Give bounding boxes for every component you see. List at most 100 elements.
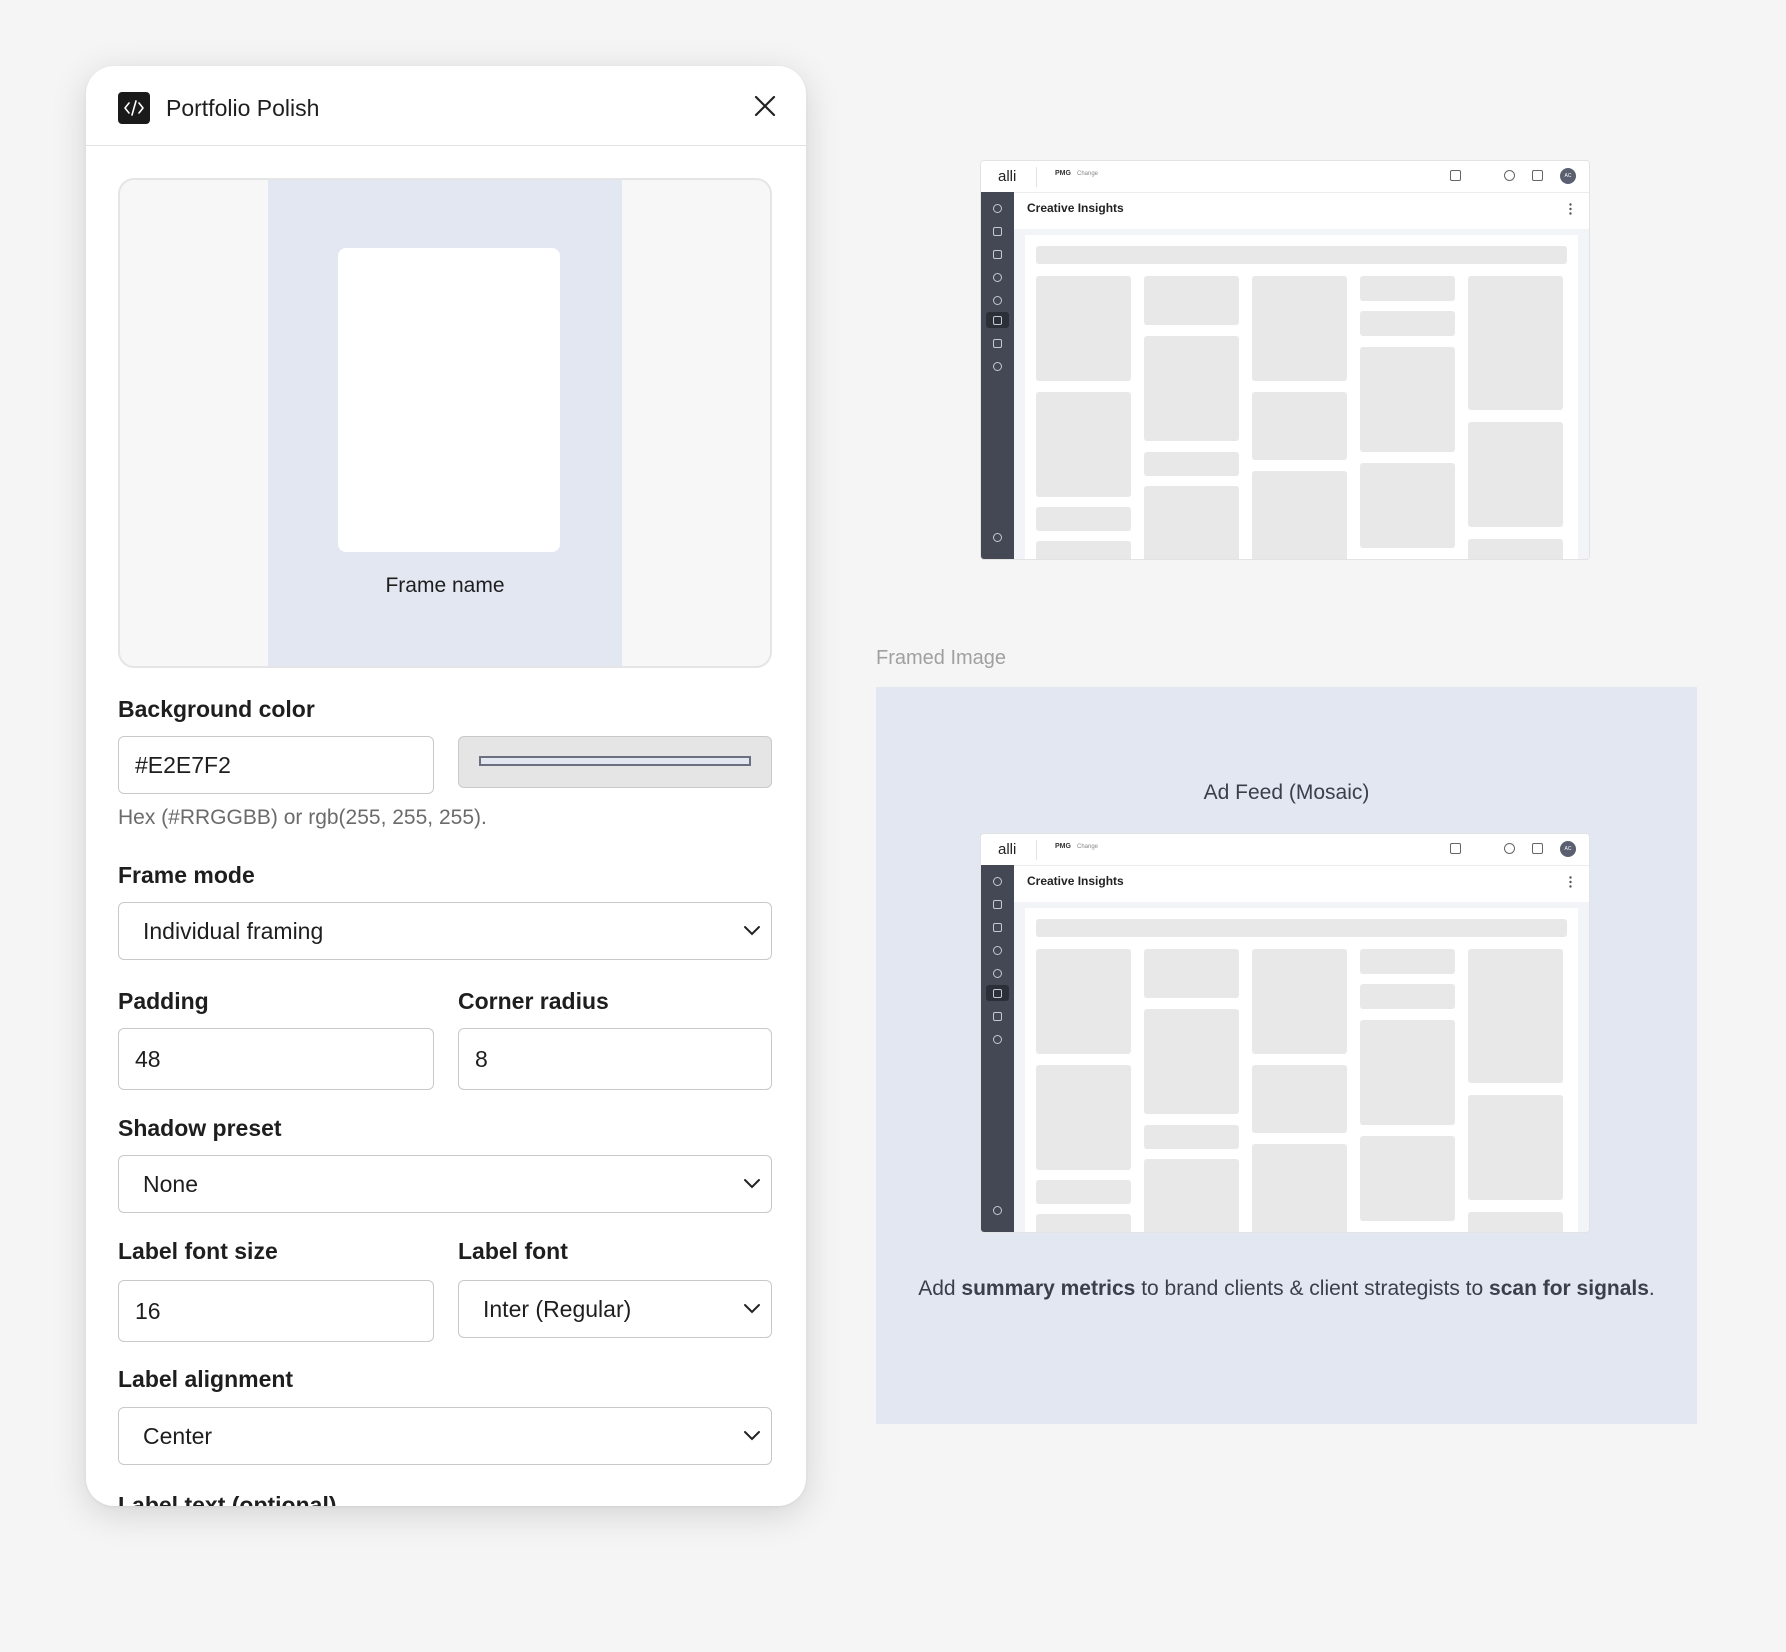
panel-title: Portfolio Polish xyxy=(166,95,320,121)
skeleton-tile xyxy=(1036,507,1131,531)
skeleton-tile xyxy=(1252,1144,1347,1232)
color-swatch[interactable] xyxy=(458,736,772,788)
app-sidebar xyxy=(981,192,1014,559)
settings-icon xyxy=(993,1206,1002,1215)
skeleton-tile xyxy=(1252,949,1347,1054)
org-name: PMG xyxy=(1055,170,1071,177)
summary-part: Add xyxy=(918,1277,962,1300)
skeleton-tile xyxy=(1144,1125,1239,1149)
topbar-divider xyxy=(1036,840,1037,860)
skeleton-tile xyxy=(1360,276,1455,301)
shadow-preset-value: None xyxy=(143,1171,198,1197)
background-color-help: Hex (#RRGGBB) or rgb(255, 255, 255). xyxy=(118,806,487,829)
avatar: AC xyxy=(1560,841,1576,857)
image-icon xyxy=(993,989,1002,998)
label-alignment-value: Center xyxy=(143,1423,213,1449)
refresh-icon xyxy=(1450,843,1461,854)
mosaic-canvas xyxy=(1025,235,1578,559)
skeleton-tile xyxy=(1036,1065,1131,1170)
preview-card xyxy=(338,248,560,552)
skeleton-tile xyxy=(1036,392,1131,497)
skeleton-tile xyxy=(1468,276,1563,410)
chevron-down-icon xyxy=(744,926,760,936)
skeleton-bar xyxy=(1036,919,1567,937)
topbar-divider xyxy=(1036,167,1037,187)
frame-mode-select[interactable]: Individual framing xyxy=(118,902,772,960)
app-logo: alli xyxy=(998,841,1017,858)
framed-image[interactable]: Ad Feed (Mosaic) alli PMG Change AC Crea… xyxy=(876,687,1697,1424)
skeleton-tile xyxy=(1144,336,1239,441)
help-icon xyxy=(1504,170,1515,181)
label-font-size-label: Label font size xyxy=(118,1238,278,1264)
skeleton-bar xyxy=(1036,246,1567,264)
app-logo: alli xyxy=(998,168,1017,185)
corner-radius-label: Corner radius xyxy=(458,988,609,1014)
label-font-value: Inter (Regular) xyxy=(483,1296,632,1322)
change-link: Change xyxy=(1077,844,1099,850)
bag-icon xyxy=(993,339,1002,348)
chart-icon xyxy=(993,900,1002,909)
code-icon xyxy=(118,92,150,124)
app-content xyxy=(1014,902,1589,1232)
skeleton-tile xyxy=(1036,1214,1131,1232)
label-alignment-select[interactable]: Center xyxy=(118,1407,772,1465)
skeleton-tile xyxy=(1468,949,1563,1083)
app-sidebar xyxy=(981,865,1014,1232)
plugin-panel: Portfolio Polish Frame name Background c… xyxy=(86,66,806,1506)
frame-preview: Frame name xyxy=(118,178,772,668)
dashboard-icon xyxy=(993,204,1002,213)
skeleton-tile xyxy=(1468,539,1563,559)
skeleton-tile xyxy=(1036,541,1131,559)
help-icon xyxy=(1504,843,1515,854)
hierarchy-icon xyxy=(993,250,1002,259)
chart-icon xyxy=(993,227,1002,236)
skeleton-tile xyxy=(1252,392,1347,460)
skeleton-tile xyxy=(1468,422,1563,527)
skeleton-tile xyxy=(1360,949,1455,974)
padding-label: Padding xyxy=(118,988,209,1014)
skeleton-tile xyxy=(1468,1095,1563,1200)
chevron-down-icon xyxy=(744,1431,760,1441)
label-font-size-input[interactable]: 16 xyxy=(118,1280,434,1342)
audience-icon xyxy=(993,969,1002,978)
background-color-input[interactable]: #E2E7F2 xyxy=(118,736,434,794)
dashboard-icon xyxy=(993,877,1002,886)
frame-mode-value: Individual framing xyxy=(143,918,324,944)
label-alignment-label: Label alignment xyxy=(118,1366,294,1392)
gift-icon xyxy=(1532,170,1543,181)
padding-input[interactable]: 48 xyxy=(118,1028,434,1090)
app-content xyxy=(1014,229,1589,559)
skeleton-tile xyxy=(1468,1212,1563,1232)
close-icon[interactable] xyxy=(750,91,780,121)
skeleton-tile xyxy=(1036,276,1131,381)
skeleton-tile xyxy=(1036,1180,1131,1204)
bolt-icon xyxy=(993,946,1002,955)
skeleton-tile xyxy=(1252,471,1347,559)
frame-mode-label: Frame mode xyxy=(118,862,255,888)
chevron-down-icon xyxy=(744,1304,760,1314)
skeleton-tile xyxy=(1144,949,1239,998)
label-font-select[interactable]: Inter (Regular) xyxy=(458,1280,772,1338)
skeleton-tile xyxy=(1252,276,1347,381)
preview-frame-name: Frame name xyxy=(385,574,505,597)
source-screenshot[interactable]: alli PMG Change AC Creative Insights xyxy=(980,160,1590,560)
shadow-preset-select[interactable]: None xyxy=(118,1155,772,1213)
skeleton-tile xyxy=(1144,1159,1239,1232)
summary-bold: scan for signals xyxy=(1489,1277,1649,1300)
panel-header: Portfolio Polish xyxy=(86,66,806,146)
color-swatch-preview xyxy=(479,756,751,766)
settings-icon xyxy=(993,533,1002,542)
compass-icon xyxy=(993,1035,1002,1044)
audience-icon xyxy=(993,296,1002,305)
hierarchy-icon xyxy=(993,923,1002,932)
refresh-icon xyxy=(1450,170,1461,181)
more-icon xyxy=(1569,876,1572,888)
background-color-label: Background color xyxy=(118,696,315,722)
org-name: PMG xyxy=(1055,843,1071,850)
skeleton-tile xyxy=(1360,1136,1455,1221)
skeleton-tile xyxy=(1360,463,1455,548)
skeleton-tile xyxy=(1036,949,1131,1054)
app-page-title: Creative Insights xyxy=(1027,874,1124,888)
summary-part: . xyxy=(1648,1277,1655,1300)
corner-radius-input[interactable]: 8 xyxy=(458,1028,772,1090)
